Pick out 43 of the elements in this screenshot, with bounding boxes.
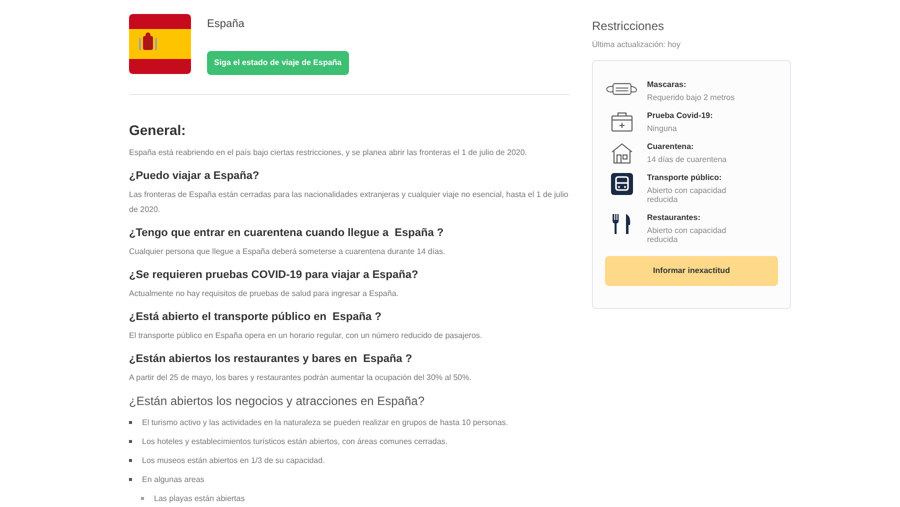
house-icon [610, 142, 634, 164]
bullet-icon [129, 459, 132, 462]
panel-title: Restricciones [592, 18, 666, 35]
list-item-text: En algunas areas [142, 474, 204, 486]
answer-text: A partir del 25 de mayo, los bares y restaurantes podrán aumentar la ocupación del 30% al 50%. [129, 372, 472, 384]
question-heading: ¿Está abierto el transporte público en España ? [129, 310, 382, 324]
question-heading: ¿Se requieren pruebas COVID-19 para viajar a España? [129, 268, 420, 282]
report-button[interactable]: Informar inexactitud [605, 256, 778, 286]
question-heading: ¿Están abiertos los restaurantes y bares en España ? [129, 352, 414, 366]
bullet-icon [129, 478, 132, 481]
answer-text: Actualmente no hay requisitos de pruebas de salud para ingresar a España. [129, 288, 400, 300]
restriction-label: Prueba Covid-19: [647, 110, 714, 122]
restriction-value: Abierto con capacidad reducida [647, 186, 728, 204]
list-item-text: Las playas están abiertas [154, 492, 245, 504]
answer-text: Cualquier persona que llegue a España deberá someterse a cuarentena durante 14 días. [129, 246, 446, 258]
list-item-text: Los hoteles y establecimientos turísticos están abiertos, con áreas comunes cerradas. [142, 436, 448, 448]
restriction-label: Restaurantes: [647, 212, 702, 224]
restriction-label: Transporte público: [647, 172, 723, 184]
bullet-icon [129, 440, 132, 443]
bullet-icon [129, 421, 132, 424]
bullet-icon [141, 497, 144, 500]
answer-text: Las fronteras de España están cerradas para las nacionalidades extranjeras y cualquier viaje no esencial, hasta el 1 de julio de 2020. [129, 188, 570, 216]
list-item-text: El turismo activo y las actividades en la naturaleza se pueden realizar en grupos de hasta 10 personas. [142, 416, 508, 428]
country-name: España [207, 17, 246, 32]
spain-flag-icon [129, 14, 191, 74]
restriction-value: Abierto con capacidad reducida [647, 226, 728, 244]
bus-icon [611, 173, 633, 195]
restriction-value: Requerido bajo 2 metros [647, 93, 736, 102]
restriction-label: Mascaras: [647, 79, 688, 91]
question-heading: ¿Puedo viajar a España? [129, 168, 260, 184]
restriction-value: Ninguna [647, 124, 678, 133]
answer-text: El transporte público en España opera en un horario regular, con un número reducido de pasajeros. [129, 330, 484, 342]
paragraph: España está reabriendo en el país bajo ciertas restricciones, y se planea abrir las fronteras el 1 de julio de 2020. [129, 146, 528, 159]
mask-icon [605, 80, 639, 98]
update-note: Última actualización: hoy [592, 39, 682, 51]
list-item-text: Los museos están abiertos en 1/3 de su capacidad. [142, 454, 325, 466]
restriction-label: Cuarentena: [647, 141, 695, 153]
fork-knife-icon [611, 213, 633, 235]
section-heading: General: [129, 120, 187, 140]
restriction-value: 14 días de cuarentena [647, 155, 728, 164]
medical-kit-icon [610, 111, 634, 133]
question-heading: ¿Tengo que entrar en cuarentena cuando llegue a España ? [129, 226, 445, 240]
question-heading: ¿Están abiertos los negocios y atracciones en España? [129, 392, 426, 408]
